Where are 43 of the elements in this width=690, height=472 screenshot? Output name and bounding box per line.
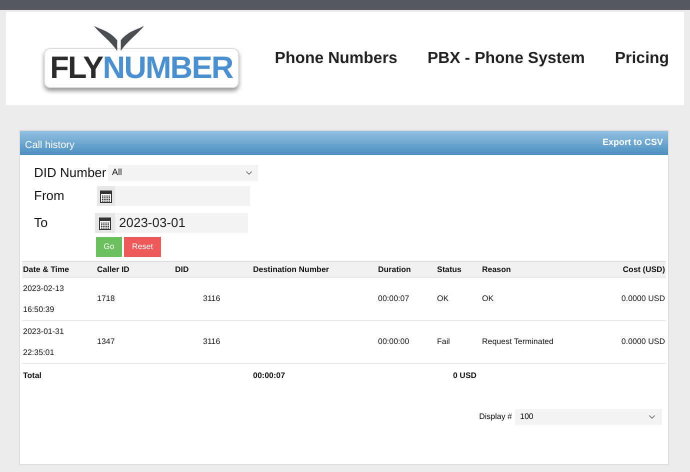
table-cell-text: 00:00:07 bbox=[378, 293, 410, 305]
field-label: From bbox=[34, 187, 66, 206]
table-cell-text: 16:50:39 bbox=[23, 304, 56, 316]
table-cell-text: 1347 bbox=[97, 336, 116, 348]
calendar-icon[interactable] bbox=[100, 190, 112, 202]
wings-icon bbox=[94, 26, 144, 50]
table-cell-text: 22:35:01 bbox=[23, 346, 56, 358]
nav-link[interactable]: Pricing bbox=[614, 46, 670, 70]
total-label: Total bbox=[23, 370, 43, 382]
table-cell-text: Request Terminated bbox=[482, 336, 554, 348]
table-cell-text: 00:00:00 bbox=[378, 336, 410, 348]
column-header: Date & Time bbox=[23, 264, 70, 276]
panel-title: Call history bbox=[25, 139, 74, 153]
table-cell-text: 1718 bbox=[97, 293, 116, 305]
column-header: Reason bbox=[482, 264, 512, 276]
table-cell-text: OK bbox=[482, 293, 495, 305]
column-header: Status bbox=[437, 264, 462, 276]
from-field[interactable] bbox=[97, 186, 250, 206]
did-select[interactable]: All bbox=[108, 165, 258, 181]
total-cost: 0 USD bbox=[453, 370, 477, 382]
table-cell: 3116 bbox=[203, 294, 220, 303]
column-header: DID bbox=[175, 264, 190, 276]
table-cell: 0.0000 USD bbox=[621, 294, 665, 303]
nav-link[interactable]: PBX - Phone System bbox=[427, 46, 585, 70]
field-label: DID Number bbox=[34, 164, 108, 182]
display-label: Display # bbox=[479, 411, 512, 423]
field-label: To bbox=[34, 214, 49, 232]
table-cell-text: Fail bbox=[437, 336, 451, 348]
column-header: Caller ID bbox=[97, 264, 130, 276]
column-header: Cost (USD) bbox=[622, 264, 665, 276]
table-cell: 3116 bbox=[203, 337, 220, 346]
table-cell-text: 2023-02-13 bbox=[23, 282, 65, 294]
to-field[interactable]: 2023-03-01 bbox=[95, 213, 248, 233]
column-header: Destination Number bbox=[253, 264, 330, 276]
logo-text: FLYNUMBER bbox=[50, 50, 233, 84]
calendar-icon[interactable] bbox=[99, 216, 111, 230]
table-cell-text: 2023-01-31 bbox=[23, 326, 65, 338]
column-header: Duration bbox=[378, 264, 412, 276]
table-cell: 0.0000 USD bbox=[621, 337, 665, 346]
display-select[interactable]: 100 bbox=[515, 409, 662, 425]
table-cell-text: OK bbox=[437, 293, 450, 305]
total-duration: 00:00:07 bbox=[253, 370, 286, 382]
nav-link[interactable]: Phone Numbers bbox=[274, 46, 398, 70]
